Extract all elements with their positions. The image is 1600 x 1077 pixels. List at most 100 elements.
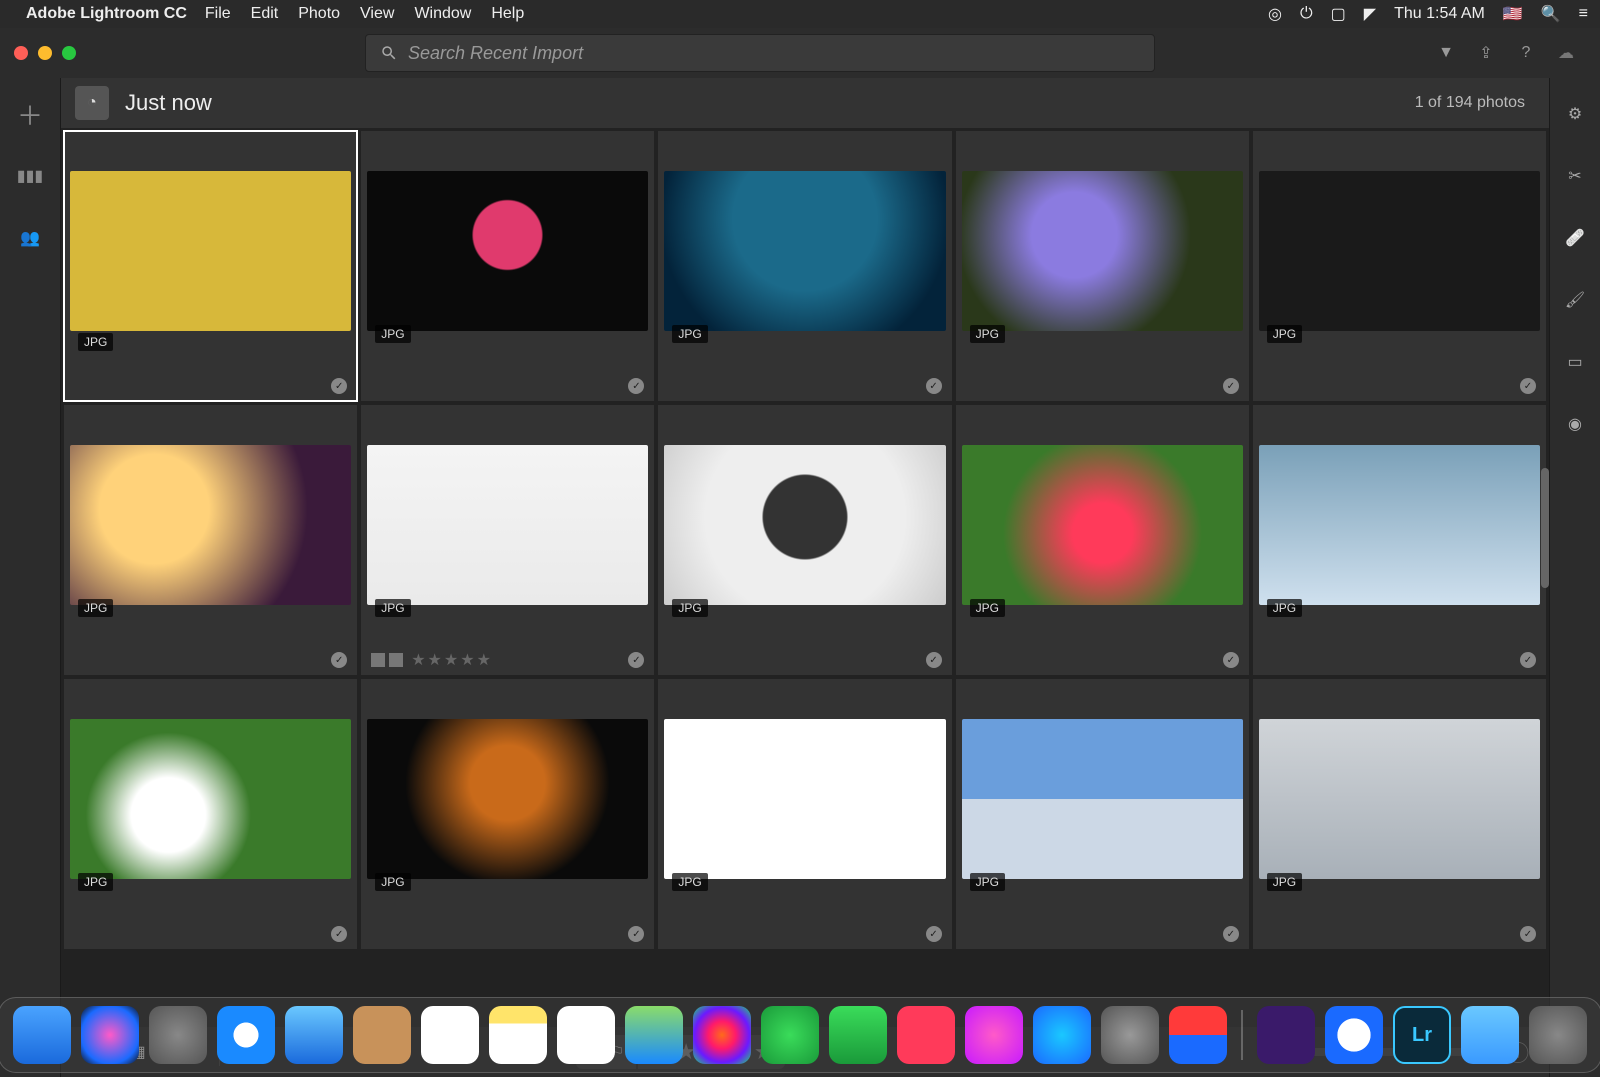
page-title: Just now [125,90,212,116]
dock-safari[interactable] [217,1006,275,1064]
file-type-badge: JPG [970,599,1005,617]
brush-icon[interactable]: 🖌 [1561,286,1589,314]
recent-import-button[interactable]: ◔ [75,86,109,120]
photo-cell[interactable]: JPG✓ [955,678,1250,950]
minimize-button[interactable] [38,46,52,60]
dock-magnet[interactable] [1169,1006,1227,1064]
radial-gradient-icon[interactable]: ◉ [1561,410,1589,438]
dock-messages[interactable] [761,1006,819,1064]
dock-calendar[interactable] [421,1006,479,1064]
grid-scrollbar[interactable] [1541,128,1549,1027]
healing-brush-icon[interactable]: 🩹 [1561,224,1589,252]
dock-trash[interactable] [1529,1006,1587,1064]
menu-photo[interactable]: Photo [298,5,340,23]
file-type-badge: JPG [78,599,113,617]
menu-view[interactable]: View [360,5,394,23]
dock-photos[interactable] [693,1006,751,1064]
photo-cell[interactable]: JPG✓ [63,404,358,676]
cloud-sync-icon[interactable]: ☁ [1546,43,1586,63]
photo-thumbnail[interactable] [70,445,351,605]
photo-cell[interactable]: JPG✓ [360,678,655,950]
dock-maps[interactable] [625,1006,683,1064]
help-icon[interactable]: ? [1506,44,1546,62]
menu-file[interactable]: File [205,5,231,23]
photo-thumbnail[interactable] [70,719,351,879]
photo-thumbnail[interactable] [664,719,945,879]
dock-facetime[interactable] [829,1006,887,1064]
photo-thumbnail[interactable] [962,719,1243,879]
photo-thumbnail[interactable] [962,171,1243,331]
filter-icon[interactable]: ▼ [1426,44,1466,62]
close-button[interactable] [14,46,28,60]
dock-appstore[interactable] [1033,1006,1091,1064]
photo-thumbnail[interactable] [962,445,1243,605]
photo-cell[interactable]: JPG✓ [1252,130,1547,402]
menu-edit[interactable]: Edit [251,5,279,23]
dock-siri[interactable] [81,1006,139,1064]
app-name[interactable]: Adobe Lightroom CC [26,5,187,23]
photo-cell[interactable]: JPG✓ [955,404,1250,676]
photo-thumbnail[interactable] [367,171,648,331]
dock-notes[interactable] [489,1006,547,1064]
photo-thumbnail[interactable] [1259,171,1540,331]
dock-mail[interactable] [285,1006,343,1064]
photo-cell[interactable]: JPG✓ [657,130,952,402]
search-input[interactable]: Search Recent Import [365,34,1155,72]
dock-news[interactable] [897,1006,955,1064]
crop-icon[interactable]: ✂ [1561,162,1589,190]
creative-cloud-icon[interactable]: ◎ [1268,4,1282,24]
linear-gradient-icon[interactable]: ▭ [1561,348,1589,376]
share-icon[interactable]: ⇪ [1466,43,1506,63]
dock-system-preferences[interactable] [1101,1006,1159,1064]
menubar-clock[interactable]: Thu 1:54 AM [1394,5,1485,23]
my-photos-icon[interactable]: ▮▮▮ [16,162,44,190]
cell-rating-stars[interactable]: ★★★★★ [411,650,493,670]
photo-cell[interactable]: JPG★★★★★✓ [360,404,655,676]
photo-thumbnail[interactable] [664,445,945,605]
photo-thumbnail[interactable] [664,171,945,331]
notification-icon[interactable]: ◤ [1364,4,1376,24]
menubar-list-icon[interactable]: ≡ [1579,5,1588,23]
macos-menubar: Adobe Lightroom CC File Edit Photo View … [0,0,1600,28]
sync-status-icon: ✓ [926,926,942,942]
photo-cell[interactable]: JPG✓ [657,678,952,950]
photo-cell[interactable]: JPG✓ [657,404,952,676]
photo-thumbnail[interactable] [1259,445,1540,605]
edit-panel-icon[interactable]: ⚙ [1561,100,1589,128]
dock-contacts[interactable] [353,1006,411,1064]
dock-reminders[interactable] [557,1006,615,1064]
dock-1password[interactable] [1325,1006,1383,1064]
photo-thumbnail[interactable] [367,445,648,605]
airplay-icon[interactable]: ▢ [1331,4,1346,24]
photo-cell[interactable]: JPG✓ [360,130,655,402]
spotlight-icon[interactable]: 🔍 [1541,4,1561,24]
photo-cell[interactable]: JPG✓ [1252,404,1547,676]
file-type-badge: JPG [78,873,113,891]
file-type-badge: JPG [672,599,707,617]
sharing-icon[interactable]: 👥 [16,224,44,252]
photo-cell[interactable]: JPG ✓ [63,678,358,950]
cell-flag-icons[interactable] [371,653,403,667]
add-photos-button[interactable]: ＋ [16,100,44,128]
grid-header: ◔ Just now 1 of 194 photos [61,78,1549,128]
menu-window[interactable]: Window [414,5,471,23]
dock-downloads[interactable] [1461,1006,1519,1064]
dock-finder[interactable] [13,1006,71,1064]
photo-thumbnail[interactable] [367,719,648,879]
dock-launchpad[interactable] [149,1006,207,1064]
dock-imovie[interactable] [1257,1006,1315,1064]
dock-lightroom[interactable]: Lr [1393,1006,1451,1064]
photo-thumbnail[interactable] [1259,719,1540,879]
photo-thumbnail[interactable] [70,171,351,331]
file-type-badge: JPG [970,873,1005,891]
photo-cell[interactable]: JPG✓ [955,130,1250,402]
photo-cell[interactable]: JPG✓ [63,130,358,402]
input-flag-icon[interactable]: 🇺🇸 [1503,4,1523,24]
dock-itunes[interactable] [965,1006,1023,1064]
sync-status-icon: ✓ [331,926,347,942]
menu-help[interactable]: Help [491,5,524,23]
status-icon[interactable]: ⏻ [1300,5,1313,23]
photo-cell[interactable]: JPG✓ [1252,678,1547,950]
fullscreen-button[interactable] [62,46,76,60]
sync-status-icon: ✓ [1520,652,1536,668]
